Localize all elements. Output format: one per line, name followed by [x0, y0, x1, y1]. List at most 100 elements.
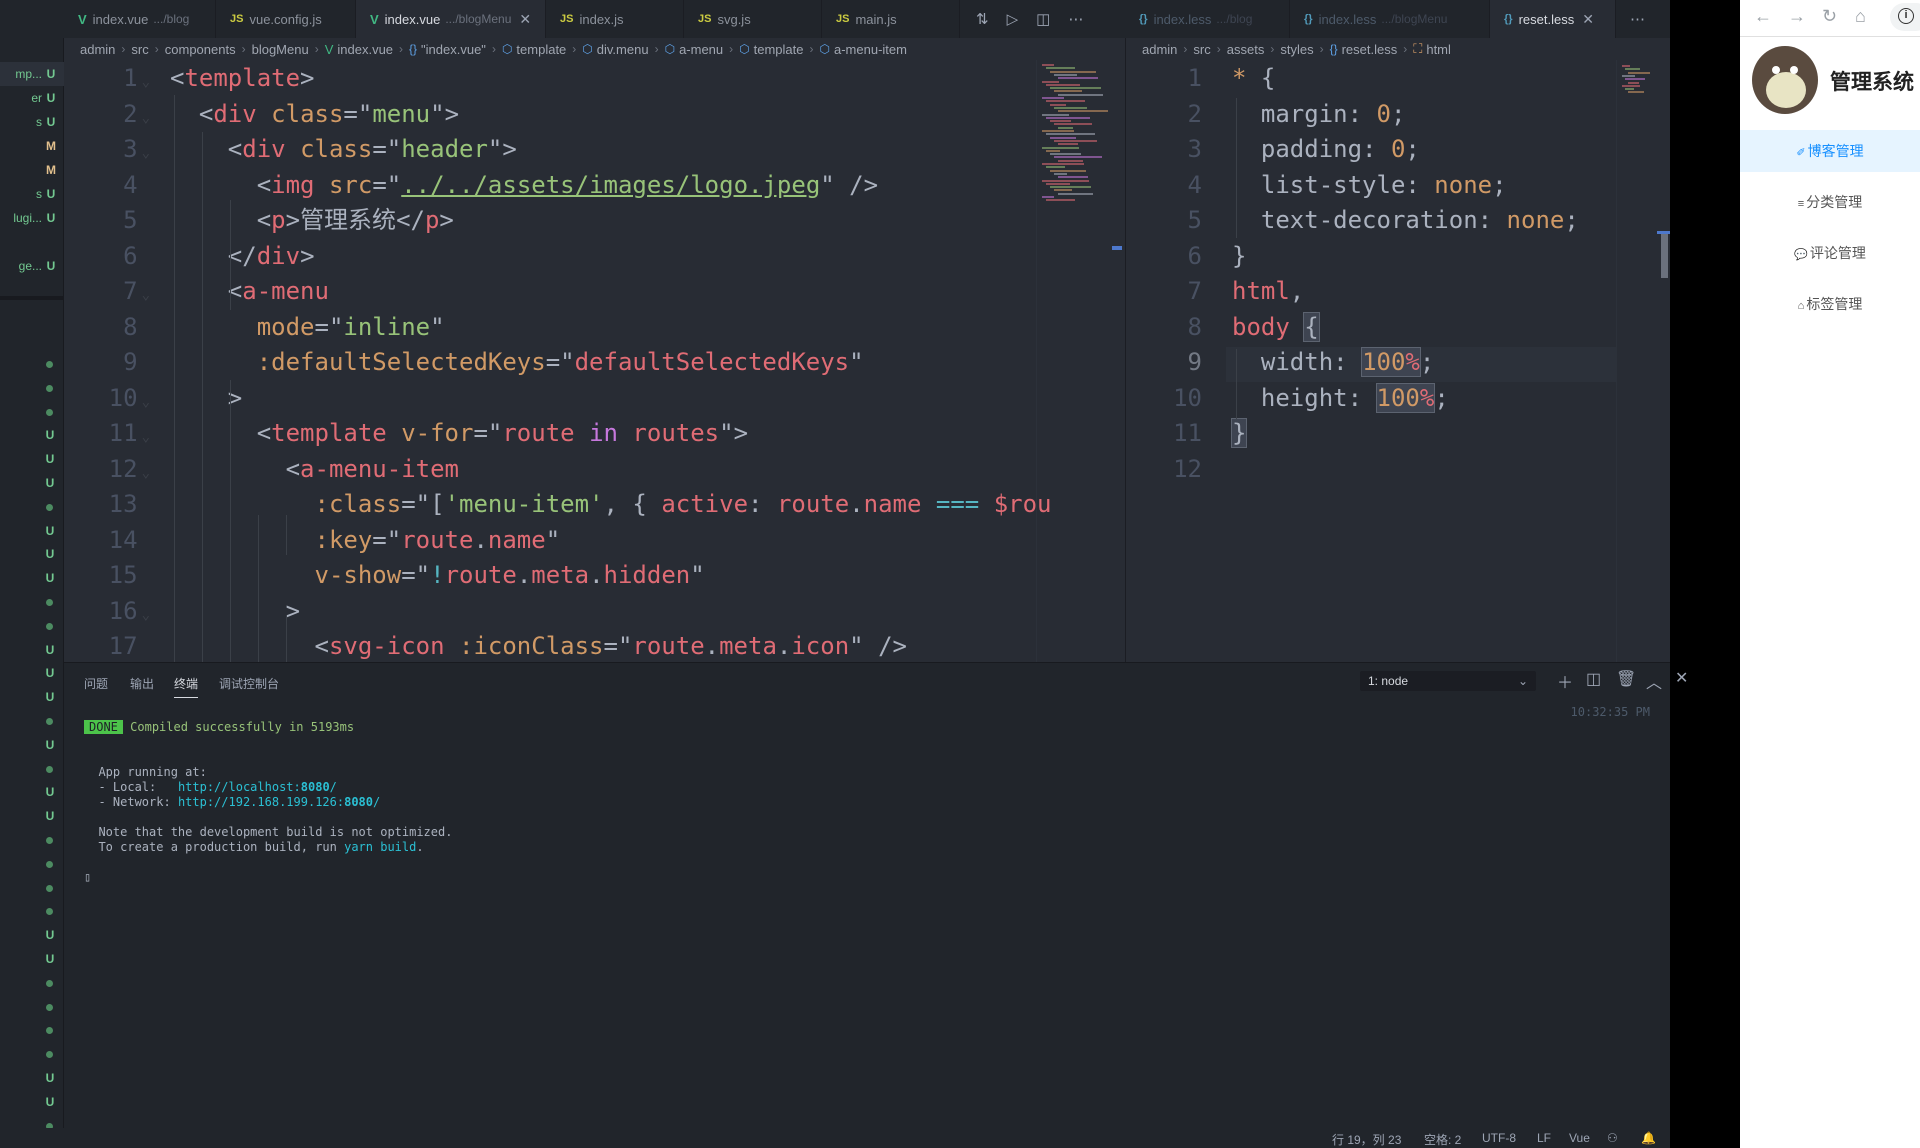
- explorer-file-row[interactable]: M: [0, 158, 64, 182]
- menu-item-2[interactable]: ≡ 分类管理: [1740, 181, 1920, 223]
- breadcrumb-item[interactable]: blogMenu: [252, 42, 309, 57]
- run-icon[interactable]: ▷: [1007, 10, 1019, 28]
- split-terminal-icon[interactable]: ◫: [1586, 669, 1601, 689]
- home-icon[interactable]: ⌂: [1855, 6, 1866, 27]
- network-label: - Network:: [98, 795, 178, 809]
- breadcrumb-item[interactable]: "index.vue": [421, 42, 486, 57]
- tab-index-vue-blogmenu[interactable]: V index.vue .../blogMenu ✕: [356, 0, 546, 38]
- bell-icon[interactable]: 🔔: [1641, 1131, 1656, 1145]
- panel-tab-debug-console[interactable]: 调试控制台: [219, 675, 279, 692]
- panel-tab-output[interactable]: 输出: [130, 675, 154, 692]
- feedback-icon[interactable]: ⚇: [1607, 1131, 1618, 1145]
- forward-icon[interactable]: →: [1788, 6, 1806, 27]
- explorer-file-row[interactable]: sU: [0, 182, 64, 206]
- encoding[interactable]: UTF-8: [1482, 1131, 1516, 1145]
- editor-actions-right: ⋯: [1616, 0, 1659, 38]
- minimap-line: [1042, 130, 1074, 132]
- breadcrumb-item[interactable]: src: [131, 42, 148, 57]
- explorer-file-row[interactable]: sU: [0, 110, 64, 134]
- explorer-file-row[interactable]: er U: [0, 86, 64, 110]
- local-url[interactable]: http://localhost:: [178, 780, 301, 794]
- info-icon[interactable]: i: [1898, 8, 1914, 24]
- breadcrumb-item[interactable]: a-menu-item: [834, 42, 907, 57]
- close-panel-icon[interactable]: ✕: [1675, 668, 1688, 688]
- scrollbar-thumb[interactable]: [1661, 234, 1668, 278]
- line-number: 6⌄: [123, 241, 138, 270]
- tab-svg-js[interactable]: JS svg.js: [684, 0, 822, 38]
- minimap-line: [1058, 93, 1103, 96]
- tab-index-js[interactable]: JS index.js: [546, 0, 684, 38]
- chevron-right-icon: ›: [1319, 42, 1324, 56]
- breadcrumb-item[interactable]: src: [1193, 42, 1210, 57]
- network-url[interactable]: http://192.168.199.126:: [178, 795, 344, 809]
- line-number: 4⌄: [123, 170, 138, 199]
- explorer-file-row[interactable]: M: [0, 134, 64, 158]
- indentation[interactable]: 空格: 2: [1424, 1131, 1461, 1148]
- indent-guide: [230, 405, 231, 662]
- code-line: <svg-icon :iconClass="route.meta.icon" /…: [314, 632, 907, 660]
- git-status-badge: U: [46, 211, 56, 225]
- menu-item-4[interactable]: ⌂ 标签管理: [1740, 283, 1920, 325]
- cursor-position[interactable]: 行 19，列 23: [1332, 1131, 1401, 1148]
- minimap-line: [1050, 120, 1071, 123]
- code-editor-right[interactable]: 1 * {2 margin: 0; 3 padding: 0; 4 list-styl…: [1125, 60, 1670, 662]
- tab-reset-less[interactable]: {} reset.less ✕: [1490, 0, 1616, 38]
- breadcrumb-item[interactable]: html: [1426, 42, 1451, 57]
- line-number: 2 ⌄: [123, 99, 150, 128]
- compare-changes-icon[interactable]: ⇅: [976, 10, 989, 28]
- new-terminal-icon[interactable]: ＋: [1557, 669, 1573, 693]
- language-mode[interactable]: Vue: [1569, 1131, 1590, 1145]
- menu-item-3[interactable]: 💬 评论管理: [1740, 232, 1920, 274]
- maximize-panel-icon[interactable]: ︿: [1646, 669, 1662, 693]
- explorer-file-row[interactable]: mp... U: [0, 62, 64, 86]
- breadcrumb-item[interactable]: index.vue: [337, 42, 393, 57]
- minimap-line: [1050, 169, 1086, 172]
- breadcrumb-item[interactable]: admin: [80, 42, 115, 57]
- panel-tab-terminal[interactable]: 终端: [174, 675, 199, 698]
- trash-icon[interactable]: 🗑: [1616, 669, 1636, 689]
- more-actions-icon[interactable]: ⋯: [1630, 10, 1645, 28]
- scrollbar-marker[interactable]: [1112, 246, 1122, 250]
- tab-main-js[interactable]: JS main.js: [822, 0, 960, 38]
- minimap-line: [1058, 159, 1083, 162]
- minimap-line: [1058, 192, 1093, 195]
- tab-description: .../blog: [153, 12, 190, 26]
- breadcrumb-item[interactable]: div.menu: [597, 42, 649, 57]
- back-icon[interactable]: ←: [1754, 6, 1772, 27]
- breadcrumb-item[interactable]: template: [516, 42, 566, 57]
- breadcrumb-item[interactable]: template: [754, 42, 804, 57]
- tab-vue-config-js[interactable]: JS vue.config.js: [216, 0, 356, 38]
- menu-item-1[interactable]: ✐ 博客管理: [1740, 130, 1920, 172]
- minimap-line: [1058, 77, 1098, 80]
- tab-index-vue-blog[interactable]: V index.vue .../blog: [64, 0, 216, 38]
- breadcrumb-item[interactable]: admin: [1142, 42, 1177, 57]
- tab-label: main.js: [855, 11, 897, 27]
- explorer-file-row[interactable]: ge... U: [0, 254, 64, 278]
- minimap-right[interactable]: [1616, 60, 1652, 662]
- breadcrumb-item[interactable]: assets: [1227, 42, 1265, 57]
- breadcrumb-item[interactable]: components: [165, 42, 236, 57]
- breadcrumb-item[interactable]: a-menu: [679, 42, 723, 57]
- close-icon[interactable]: ✕: [1582, 11, 1594, 28]
- terminal-output[interactable]: DONE Compiled successfully in 5193ms App…: [84, 705, 452, 900]
- line-number: 2: [1187, 99, 1202, 128]
- breadcrumb-item[interactable]: reset.less: [1342, 42, 1398, 57]
- tab-index-less-blogmenu[interactable]: {} index.less .../blogMenu: [1290, 0, 1490, 38]
- chevron-right-icon: ›: [491, 42, 496, 56]
- git-status-badge: U: [45, 1071, 55, 1085]
- panel-tab-problems[interactable]: 问题: [84, 675, 108, 692]
- code-line: padding: 0;: [1260, 135, 1420, 163]
- reload-icon[interactable]: ↻: [1822, 6, 1837, 27]
- breadcrumb-item[interactable]: styles: [1280, 42, 1313, 57]
- file-name: ge...: [18, 259, 42, 273]
- close-icon[interactable]: ✕: [519, 11, 531, 28]
- more-actions-icon[interactable]: ⋯: [1068, 10, 1083, 28]
- split-editor-icon[interactable]: ◫: [1036, 10, 1050, 28]
- explorer-file-row[interactable]: lugi... U: [0, 206, 64, 230]
- terminal-select[interactable]: 1: node ⌄: [1360, 671, 1536, 691]
- tab-index-less-blog[interactable]: {} index.less .../blog: [1125, 0, 1290, 38]
- minimap-line: [1058, 143, 1078, 146]
- code-editor-left[interactable]: 1 ⌄ <template> 2 ⌄ <div class="menu"> 3 ⌄ <div…: [64, 60, 1125, 662]
- app-brand-title: 管理系统: [1830, 71, 1914, 94]
- end-of-line[interactable]: LF: [1537, 1131, 1551, 1145]
